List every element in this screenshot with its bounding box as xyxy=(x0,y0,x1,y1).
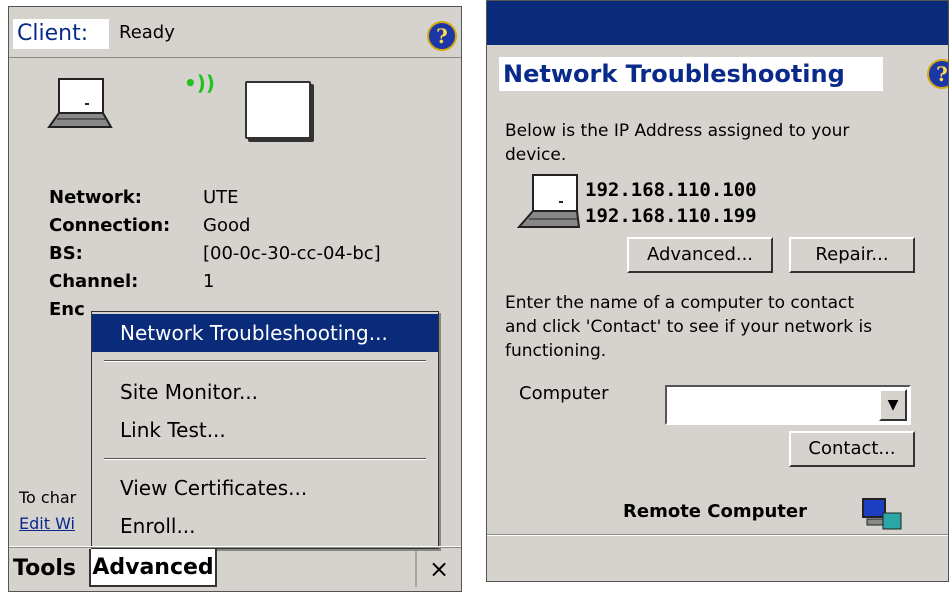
status-text: Ready xyxy=(119,22,175,43)
troubleshooting-screen: Network Troubleshooting ? Below is the I… xyxy=(486,0,949,582)
chevron-down-icon[interactable]: ▼ xyxy=(879,389,907,421)
ip-address: 192.168.110.199 xyxy=(585,205,757,227)
computer-combobox[interactable]: ▼ xyxy=(665,385,911,425)
edit-wireless-link[interactable]: Edit Wi xyxy=(19,511,76,537)
menu-item-enroll[interactable]: Enroll... xyxy=(120,514,196,538)
laptop-icon xyxy=(47,78,113,128)
remote-computer-label: Remote Computer xyxy=(623,501,807,522)
repair-button[interactable]: Repair... xyxy=(789,237,915,273)
ip-address: 192.168.110.100 xyxy=(585,179,757,201)
title-bar: Client: Ready ? xyxy=(9,7,461,58)
menu-advanced[interactable]: Advanced xyxy=(89,549,217,587)
bottom-bar xyxy=(487,534,948,581)
computer-label: Computer xyxy=(519,383,609,404)
menu-tools[interactable]: Tools xyxy=(13,556,76,581)
menu-item-site-monitor[interactable]: Site Monitor... xyxy=(120,380,258,404)
intro-text: Below is the IP Address assigned to your… xyxy=(505,121,850,165)
laptop-icon xyxy=(517,174,581,228)
contact-button[interactable]: Contact... xyxy=(789,431,915,467)
access-point-icon xyxy=(245,81,311,139)
app-title: Client: xyxy=(13,19,109,49)
close-icon[interactable]: × xyxy=(415,551,461,587)
top-bar xyxy=(487,1,948,45)
page-title: Network Troubleshooting xyxy=(499,57,883,91)
help-icon[interactable]: ? xyxy=(427,21,457,51)
menu-item-link-test[interactable]: Link Test... xyxy=(120,418,226,442)
menu-separator xyxy=(104,360,426,362)
ip-addresses: 192.168.110.100 192.168.110.199 xyxy=(585,177,757,229)
advanced-button[interactable]: Advanced... xyxy=(627,237,773,273)
menu-bar: Tools Advanced × xyxy=(9,546,461,591)
help-icon[interactable]: ? xyxy=(927,59,948,89)
contact-instructions: Enter the name of a computer to contact … xyxy=(505,293,873,361)
advanced-menu: Network Troubleshooting... Site Monitor.… xyxy=(91,311,439,549)
client-screen: Client: Ready ? •)) Network: UTE Connect… xyxy=(8,6,462,592)
network-computer-icon xyxy=(862,498,902,530)
menu-item-view-certificates[interactable]: View Certificates... xyxy=(120,476,307,500)
hint-text: To char Edit Wi xyxy=(19,485,76,537)
menu-item-network-troubleshooting[interactable]: Network Troubleshooting... xyxy=(92,314,438,352)
menu-separator xyxy=(104,458,426,460)
signal-icon: •)) xyxy=(184,71,216,95)
